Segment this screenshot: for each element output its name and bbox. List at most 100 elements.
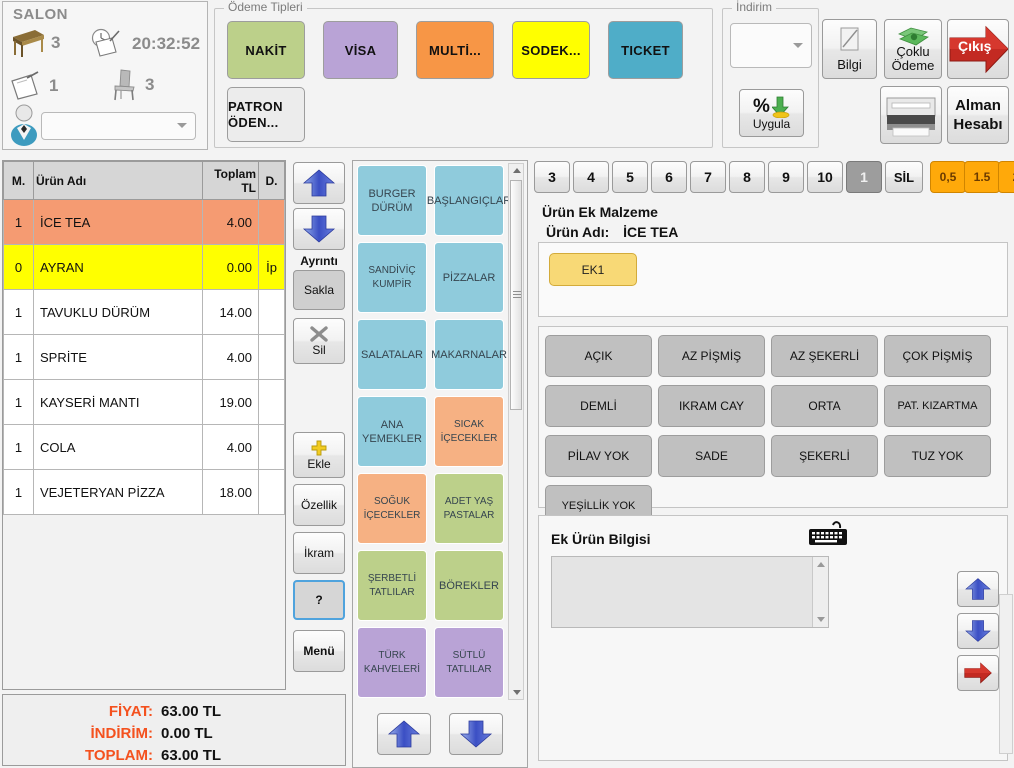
extra-chip-ek1[interactable]: EK1 — [549, 253, 637, 286]
quantity-button-active[interactable]: 1 — [846, 161, 882, 193]
scroll-up-arrow-icon[interactable] — [817, 562, 825, 567]
payment-button-sodeks[interactable]: SODEK... — [512, 21, 590, 79]
table-row[interactable]: 1 TAVUKLU DÜRÜM 14.00 — [3, 289, 285, 335]
quantity-button-9[interactable]: 9 — [768, 161, 804, 193]
row-d: İp — [258, 244, 285, 290]
category-button[interactable]: ANA YEMEKLER — [357, 396, 427, 467]
modifier-button[interactable]: DEMLİ — [545, 385, 652, 427]
note-up-button[interactable] — [957, 571, 999, 607]
sakla-button[interactable]: Sakla — [293, 270, 345, 310]
payment-button-patron-odeme[interactable]: PATRON ÖDEN... — [227, 87, 305, 142]
modifier-button-label: PİLAV YOK — [567, 449, 630, 463]
alman-hesabi-label-2: Hesabı — [953, 116, 1003, 133]
modifier-button[interactable]: AÇIK — [545, 335, 652, 377]
keyboard-icon[interactable] — [807, 521, 849, 551]
quantity-button-4[interactable]: 4 — [573, 161, 609, 193]
sakla-label: Sakla — [303, 283, 335, 297]
ozellik-button[interactable]: Özellik — [293, 484, 345, 526]
category-button[interactable]: SALATALAR — [357, 319, 427, 390]
right-panel-scrollbar[interactable] — [999, 594, 1013, 754]
quantity-button-3[interactable]: 3 — [534, 161, 570, 193]
note-next-button[interactable] — [957, 655, 999, 691]
sil-button[interactable]: Sil — [293, 318, 345, 364]
scroll-up-button[interactable] — [293, 162, 345, 204]
note-down-button[interactable] — [957, 613, 999, 649]
coklu-odeme-button[interactable]: Çoklu Ödeme — [884, 19, 942, 79]
modifier-button[interactable]: PİLAV YOK — [545, 435, 652, 477]
category-page-down-button[interactable] — [449, 713, 503, 755]
modifier-button-label: AÇIK — [584, 349, 613, 363]
modifier-button[interactable]: SADE — [658, 435, 765, 477]
payment-button-multi[interactable]: MULTİ... — [416, 21, 494, 79]
table-row[interactable]: 1 İCE TEA 4.00 — [3, 199, 285, 245]
thumb-grip — [513, 291, 521, 299]
quantity-fraction-2[interactable]: 2 — [998, 161, 1014, 193]
quantity-fraction-0,5[interactable]: 0,5 — [930, 161, 966, 193]
chair-icon — [111, 68, 139, 102]
scroll-up-arrow-icon[interactable] — [513, 168, 521, 173]
discount-select[interactable] — [730, 23, 812, 68]
apply-discount-button[interactable]: % Uygula — [739, 89, 804, 137]
quantity-button-8[interactable]: 8 — [729, 161, 765, 193]
green-down-arrow-icon — [771, 96, 790, 118]
note-nav-column — [957, 571, 1001, 697]
modifier-button[interactable]: AZ PİŞMİŞ — [658, 335, 765, 377]
scroll-down-arrow-icon[interactable] — [513, 690, 521, 695]
modifier-button[interactable]: ÇOK PİŞMİŞ — [884, 335, 991, 377]
quantity-delete-button[interactable]: SİL — [885, 161, 923, 193]
category-button[interactable]: TÜRK KAHVELERİ — [357, 627, 427, 698]
modifier-button[interactable]: ŞEKERLİ — [771, 435, 878, 477]
category-button[interactable]: BAŞLANGIÇLAR — [427, 165, 508, 236]
category-button[interactable]: BÖREKLER — [434, 550, 504, 621]
category-scrollbar[interactable] — [508, 163, 524, 700]
quantity-button-7[interactable]: 7 — [690, 161, 726, 193]
modifier-button[interactable]: ORTA — [771, 385, 878, 427]
note-textarea[interactable] — [551, 556, 829, 628]
category-button[interactable]: SÜTLÜ TATLILAR — [434, 627, 504, 698]
row-quantity: 0 — [3, 244, 34, 290]
modifier-button[interactable]: AZ ŞEKERLİ — [771, 335, 878, 377]
quantity-button-5[interactable]: 5 — [612, 161, 648, 193]
modifier-button[interactable]: PAT. KIZARTMA — [884, 385, 991, 427]
bilgi-button[interactable]: Bilgi — [822, 19, 877, 79]
category-button[interactable]: ŞERBETLİ TATLILAR — [357, 550, 427, 621]
category-button[interactable]: SICAK İÇECEKLER — [434, 396, 504, 467]
table-row[interactable]: 1 SPRİTE 4.00 — [3, 334, 285, 380]
table-row[interactable]: 1 COLA 4.00 — [3, 424, 285, 470]
category-button[interactable]: BURGER DÜRÜM — [357, 165, 427, 236]
scroll-down-button[interactable] — [293, 208, 345, 250]
ikram-button[interactable]: İkram — [293, 532, 345, 574]
menu-button[interactable]: Menü — [293, 630, 345, 672]
quantity-button-10[interactable]: 10 — [807, 161, 843, 193]
order-table-empty-area — [3, 515, 285, 689]
printer-button[interactable] — [880, 86, 942, 144]
scroll-down-arrow-icon[interactable] — [817, 617, 825, 622]
order-table-panel[interactable]: M. Ürün Adı Toplam TL D. 1 İCE TEA 4.00 0 AYR… — [2, 160, 286, 690]
payment-button-visa[interactable]: VİSA — [323, 21, 398, 79]
payment-button-nakit[interactable]: NAKİT — [227, 21, 305, 79]
salon-title: SALON — [13, 6, 68, 23]
modifier-button[interactable]: TUZ YOK — [884, 435, 991, 477]
category-button[interactable]: SANDİVİÇ KUMPİR — [357, 242, 427, 313]
payment-button-ticket[interactable]: TICKET — [608, 21, 683, 79]
table-row[interactable]: 1 VEJETERYAN PİZZA 18.00 — [3, 469, 285, 515]
category-button[interactable]: MAKARNALAR — [431, 319, 507, 390]
ekle-button[interactable]: Ekle — [293, 432, 345, 478]
table-row[interactable]: 0 AYRAN 0.00 İp — [3, 244, 285, 290]
quantity-fraction-1.5[interactable]: 1.5 — [964, 161, 1000, 193]
quantity-button-6[interactable]: 6 — [651, 161, 687, 193]
cikis-button[interactable]: Çıkış — [947, 19, 1009, 79]
waiter-select[interactable] — [41, 112, 196, 140]
category-page-up-button[interactable] — [377, 713, 431, 755]
help-button[interactable]: ? — [293, 580, 345, 620]
note-scrollbar[interactable] — [812, 557, 828, 627]
row-d — [258, 334, 285, 380]
modifier-button[interactable]: IKRAM CAY — [658, 385, 765, 427]
table-row[interactable]: 1 KAYSERİ MANTI 19.00 — [3, 379, 285, 425]
category-button[interactable]: SOĞUK İÇECEKLER — [357, 473, 427, 544]
category-button[interactable]: ADET YAŞ PASTALAR — [434, 473, 504, 544]
category-button[interactable]: PİZZALAR — [434, 242, 504, 313]
alman-hesabi-button[interactable]: Alman Hesabı — [947, 86, 1009, 144]
category-scroll-area[interactable]: BURGER DÜRÜM BAŞLANGIÇLAR SANDİVİÇ KUMPİR P… — [355, 163, 508, 700]
scrollbar-thumb[interactable] — [510, 180, 522, 410]
